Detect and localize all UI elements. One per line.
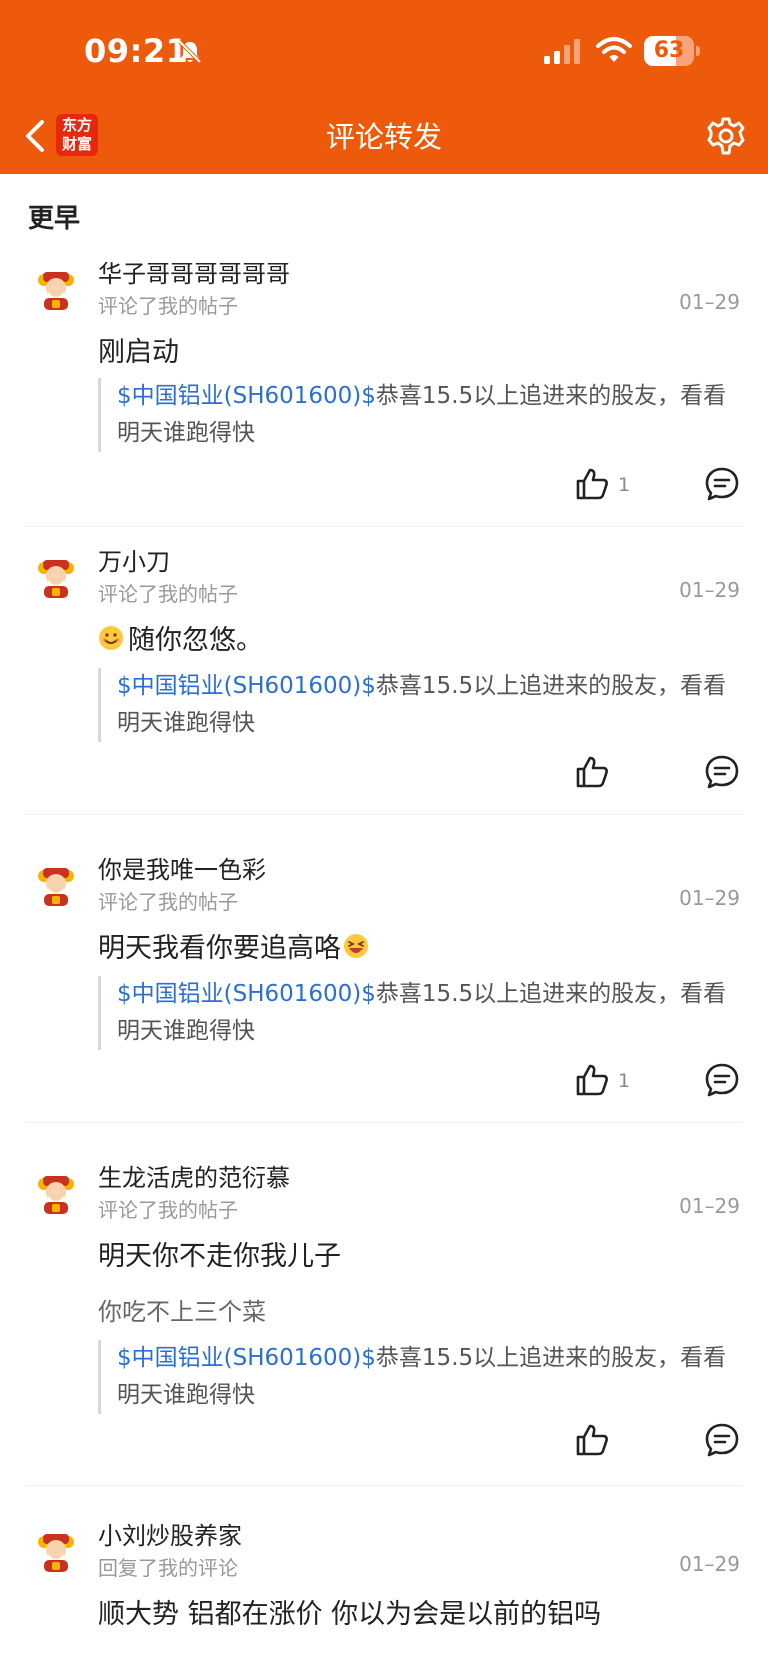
avatar[interactable] xyxy=(34,556,78,600)
user-name[interactable]: 生龙活虎的范衍慕 xyxy=(98,1158,290,1193)
thumbs-up-icon[interactable] xyxy=(574,754,610,790)
comment-bubble-icon[interactable] xyxy=(704,1062,740,1098)
smile-emoji-icon xyxy=(99,625,123,650)
quoted-post[interactable]: $中国铝业(SH601600)$恭喜15.5以上追进来的股友，看看明天谁跑得快 xyxy=(98,1340,736,1414)
comment-bubble-icon[interactable] xyxy=(704,466,740,502)
app-header: 09:21 63 东方 财富 评论转发 xyxy=(0,0,768,174)
user-name[interactable]: 万小刀 xyxy=(98,542,170,577)
notification-item[interactable]: 万小刀 评论了我的帖子 01–29 随你忽悠。 $中国铝业(SH601600)$… xyxy=(0,540,768,815)
user-name[interactable]: 你是我唯一色彩 xyxy=(98,850,266,885)
comment-text: 刚启动 xyxy=(98,337,179,368)
comment-text: 明天我看你要追高咯 xyxy=(98,926,373,965)
user-name[interactable]: 小刘炒股养家 xyxy=(98,1516,242,1551)
like-count: 1 xyxy=(618,1070,631,1092)
page-title: 评论转发 xyxy=(325,120,442,154)
divider xyxy=(26,526,742,527)
timestamp: 01–29 xyxy=(679,578,740,602)
status-time: 09:21 xyxy=(84,32,189,70)
thumbs-up-icon[interactable] xyxy=(574,466,610,502)
nav-bar: 东方 财富 评论转发 xyxy=(0,100,768,174)
stock-tag-link[interactable]: $中国铝业(SH601600)$ xyxy=(117,383,376,409)
timestamp: 01–29 xyxy=(679,1552,740,1576)
status-bar: 09:21 63 xyxy=(0,0,768,100)
divider xyxy=(26,814,742,815)
comment-text: 明天你不走你我儿子 xyxy=(98,1241,341,1272)
wifi-icon xyxy=(596,37,632,62)
comment-bubble-icon[interactable] xyxy=(704,1422,740,1458)
stock-tag-link[interactable]: $中国铝业(SH601600)$ xyxy=(117,981,376,1007)
notification-item[interactable]: 华子哥哥哥哥哥哥 评论了我的帖子 01–29 刚启动 $中国铝业(SH60160… xyxy=(0,252,768,527)
action-text: 评论了我的帖子 xyxy=(98,294,238,318)
cellular-signal-icon xyxy=(544,39,580,64)
divider xyxy=(26,1485,742,1486)
stock-tag-link[interactable]: $中国铝业(SH601600)$ xyxy=(117,1345,376,1371)
thumbs-up-icon[interactable] xyxy=(574,1062,610,1098)
comment-text: 顺大势 铝都在涨价 你以为会是以前的铝吗 xyxy=(98,1599,602,1630)
action-text: 回复了我的评论 xyxy=(98,1556,238,1580)
battery-percent: 63 xyxy=(653,38,685,63)
reply-text: 你吃不上三个菜 xyxy=(98,1298,266,1326)
user-name[interactable]: 华子哥哥哥哥哥哥 xyxy=(98,254,290,289)
avatar[interactable] xyxy=(34,1530,78,1574)
divider xyxy=(26,1122,742,1123)
action-text: 评论了我的帖子 xyxy=(98,1198,238,1222)
avatar[interactable] xyxy=(34,864,78,908)
avatar[interactable] xyxy=(34,268,78,312)
timestamp: 01–29 xyxy=(679,290,740,314)
action-text: 评论了我的帖子 xyxy=(98,890,238,914)
quoted-post[interactable]: $中国铝业(SH601600)$恭喜15.5以上追进来的股友，看看明天谁跑得快 xyxy=(98,976,736,1050)
avatar[interactable] xyxy=(34,1172,78,1216)
settings-gear-icon[interactable] xyxy=(706,116,746,156)
notification-item[interactable]: 生龙活虎的范衍慕 评论了我的帖子 01–29 明天你不走你我儿子 你吃不上三个菜… xyxy=(0,1156,768,1486)
comment-bubble-icon[interactable] xyxy=(704,754,740,790)
bell-muted-icon xyxy=(178,40,202,64)
battery-indicator: 63 xyxy=(644,36,700,66)
section-title: 更早 xyxy=(28,204,81,234)
comment-text: 随你忽悠。 xyxy=(98,618,263,657)
like-count: 1 xyxy=(618,474,631,496)
action-text: 评论了我的帖子 xyxy=(98,582,238,606)
notification-item[interactable]: 你是我唯一色彩 评论了我的帖子 01–29 明天我看你要追高咯 $中国铝业(SH… xyxy=(0,848,768,1123)
quoted-post[interactable]: $中国铝业(SH601600)$恭喜15.5以上追进来的股友，看看明天谁跑得快 xyxy=(98,668,736,742)
timestamp: 01–29 xyxy=(679,886,740,910)
stock-tag-link[interactable]: $中国铝业(SH601600)$ xyxy=(117,673,376,699)
laugh-emoji-icon xyxy=(344,933,368,958)
timestamp: 01–29 xyxy=(679,1194,740,1218)
notification-item[interactable]: 小刘炒股养家 回复了我的评论 01–29 顺大势 铝都在涨价 你以为会是以前的铝… xyxy=(0,1514,768,1665)
quoted-post[interactable]: $中国铝业(SH601600)$恭喜15.5以上追进来的股友，看看明天谁跑得快 xyxy=(98,378,736,452)
thumbs-up-icon[interactable] xyxy=(574,1422,610,1458)
